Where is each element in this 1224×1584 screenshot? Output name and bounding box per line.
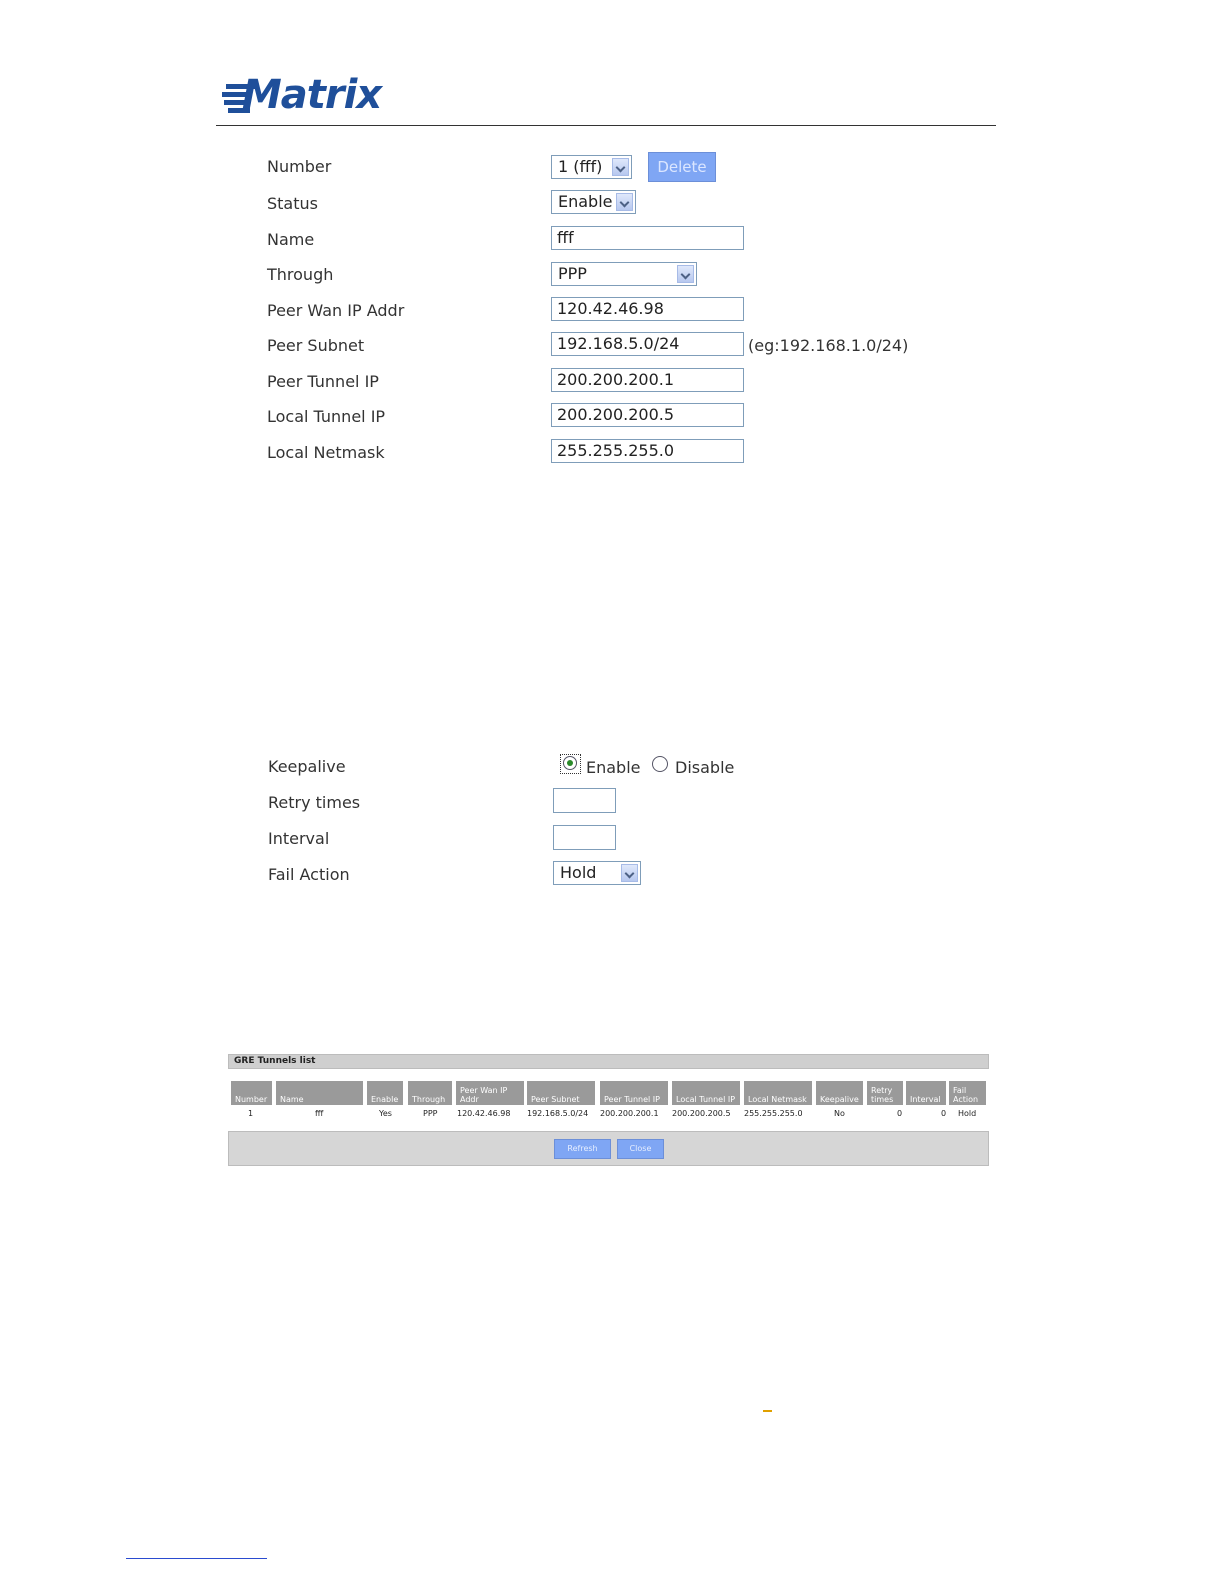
column-header: Retry times: [867, 1081, 903, 1105]
table-cell: No: [834, 1109, 845, 1118]
through-select-value: PPP: [558, 264, 587, 283]
column-header: Name: [276, 1081, 363, 1105]
chevron-down-icon: [621, 864, 638, 882]
interval-label: Interval: [268, 829, 330, 848]
keepalive-label: Keepalive: [268, 757, 346, 776]
delete-button[interactable]: Delete: [648, 152, 716, 182]
keepalive-disable-radio[interactable]: [652, 756, 668, 772]
logo-text: Matrix: [242, 72, 382, 118]
column-header: Local Netmask: [744, 1081, 812, 1105]
keepalive-enable-radio[interactable]: [563, 756, 577, 770]
table-cell: 1: [248, 1109, 254, 1118]
tunnels-list-title: GRE Tunnels list: [228, 1054, 989, 1069]
table-cell: Hold: [958, 1109, 977, 1118]
status-select-value: Enable: [558, 192, 613, 211]
status-label: Status: [267, 194, 318, 213]
chevron-down-icon: [612, 158, 629, 176]
column-header: Through: [408, 1081, 452, 1105]
fail-action-select-value: Hold: [560, 863, 597, 882]
table-cell: 200.200.200.1: [600, 1109, 659, 1118]
chevron-down-icon: [616, 193, 633, 211]
table-cell: 0: [897, 1109, 903, 1118]
number-label: Number: [267, 157, 332, 176]
refresh-button[interactable]: Refresh: [554, 1139, 611, 1159]
local-netmask-input[interactable]: 255.255.255.0: [551, 439, 744, 463]
chevron-down-icon: [677, 265, 694, 283]
column-header: Local Tunnel IP: [672, 1081, 740, 1105]
footer-link-underline: [126, 1558, 267, 1559]
column-header: Enable: [367, 1081, 403, 1105]
retry-times-input[interactable]: [553, 788, 616, 813]
peer-tunnel-ip-input[interactable]: 200.200.200.1: [551, 368, 744, 392]
local-tunnel-ip-input[interactable]: 200.200.200.5: [551, 403, 744, 427]
through-select[interactable]: PPP: [551, 262, 697, 286]
header-divider: [216, 125, 996, 126]
table-cell: Yes: [379, 1109, 392, 1118]
peer-wan-ip-input[interactable]: 120.42.46.98: [551, 297, 744, 321]
column-header: Peer Tunnel IP: [600, 1081, 668, 1105]
number-select-value: 1 (fff): [558, 157, 603, 176]
keepalive-disable-label: Disable: [675, 758, 735, 777]
local-tunnel-ip-label: Local Tunnel IP: [267, 407, 386, 426]
keepalive-enable-label: Enable: [586, 758, 641, 777]
name-label: Name: [267, 230, 315, 249]
column-header: Keepalive: [816, 1081, 863, 1105]
column-header: Peer Subnet: [527, 1081, 595, 1105]
name-input[interactable]: fff: [551, 226, 744, 250]
table-cell: 192.168.5.0/24: [527, 1109, 589, 1118]
column-header: Peer Wan IP Addr: [456, 1081, 524, 1105]
number-select[interactable]: 1 (fff): [551, 155, 632, 179]
decorative-mark: [763, 1410, 772, 1412]
local-netmask-label: Local Netmask: [267, 443, 385, 462]
interval-input[interactable]: [553, 825, 616, 850]
status-select[interactable]: Enable: [551, 190, 636, 214]
peer-subnet-label: Peer Subnet: [267, 336, 365, 355]
peer-tunnel-ip-label: Peer Tunnel IP: [267, 372, 379, 391]
matrix-logo: Matrix: [222, 72, 412, 122]
table-cell: 255.255.255.0: [744, 1109, 803, 1118]
close-button[interactable]: Close: [617, 1139, 664, 1159]
peer-wan-ip-label: Peer Wan IP Addr: [267, 301, 405, 320]
table-cell: 0: [941, 1109, 947, 1118]
retry-times-label: Retry times: [268, 793, 361, 812]
fail-action-select[interactable]: Hold: [553, 861, 641, 885]
table-cell: fff: [315, 1109, 324, 1118]
table-cell: PPP: [423, 1109, 438, 1118]
peer-subnet-hint: (eg:192.168.1.0/24): [748, 336, 909, 355]
column-header: Interval: [906, 1081, 946, 1105]
table-cell: 200.200.200.5: [672, 1109, 731, 1118]
column-header: Fail Action: [949, 1081, 986, 1105]
through-label: Through: [267, 265, 334, 284]
peer-subnet-input[interactable]: 192.168.5.0/24: [551, 332, 744, 356]
fail-action-label: Fail Action: [268, 865, 350, 884]
column-header: Number: [231, 1081, 272, 1105]
table-cell: 120.42.46.98: [457, 1109, 511, 1118]
